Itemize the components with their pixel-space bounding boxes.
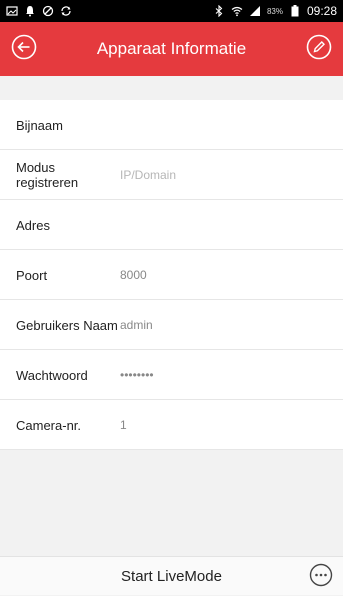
wifi-icon: [231, 5, 243, 17]
edit-button[interactable]: [305, 34, 333, 65]
bottom-bar: Start LiveMode: [0, 556, 343, 595]
header-gap: [0, 76, 343, 100]
camera-nr-input[interactable]: 1: [120, 418, 343, 432]
start-livemode-button[interactable]: Start LiveMode: [0, 557, 343, 596]
field-gebruikers-naam[interactable]: Gebruikers Naam admin: [0, 300, 343, 350]
field-label: Wachtwoord: [16, 367, 88, 383]
field-camera-nr[interactable]: Camera-nr. 1: [0, 400, 343, 450]
field-adres[interactable]: Adres: [0, 200, 343, 250]
gebruikers-naam-input[interactable]: admin: [120, 318, 343, 332]
block-icon: [42, 5, 54, 17]
device-info-form: Bijnaam Modus registreren IP/Domain Adre…: [0, 100, 343, 450]
battery-percent: 83%: [266, 6, 283, 16]
status-bar: 83% 09:28: [0, 0, 343, 22]
back-button[interactable]: [10, 34, 38, 65]
poort-input[interactable]: 8000: [120, 268, 343, 282]
bluetooth-icon: [213, 5, 225, 17]
field-wachtwoord[interactable]: Wachtwoord ••••••••: [0, 350, 343, 400]
back-arrow-icon: [11, 34, 37, 65]
status-bar-left: [6, 5, 72, 17]
battery-icon: [289, 5, 301, 17]
more-options-button[interactable]: [309, 563, 333, 592]
field-poort[interactable]: Poort 8000: [0, 250, 343, 300]
field-label: Modus registreren: [16, 160, 79, 190]
page-title: Apparaat Informatie: [96, 39, 247, 58]
modus-registreren-select[interactable]: IP/Domain: [120, 168, 343, 182]
pencil-icon: [306, 34, 332, 65]
field-label: Bijnaam: [16, 117, 63, 133]
field-modus-registreren[interactable]: Modus registreren IP/Domain: [0, 150, 343, 200]
notification-icon: [24, 5, 36, 17]
status-bar-right: 83% 09:28: [213, 4, 337, 18]
app-header: Apparaat Informatie: [0, 22, 343, 76]
field-label: Adres: [16, 217, 50, 233]
field-bijnaam[interactable]: Bijnaam: [0, 100, 343, 150]
status-time: 09:28: [306, 4, 337, 18]
field-label: Camera-nr.: [16, 417, 82, 433]
more-options-icon: [309, 563, 333, 592]
sync-icon: [60, 5, 72, 17]
signal-icon: [249, 5, 261, 17]
wachtwoord-input[interactable]: ••••••••: [120, 368, 343, 382]
field-label: Gebruikers Naam: [16, 317, 118, 333]
image-icon: [6, 5, 18, 17]
field-label: Poort: [16, 267, 48, 283]
